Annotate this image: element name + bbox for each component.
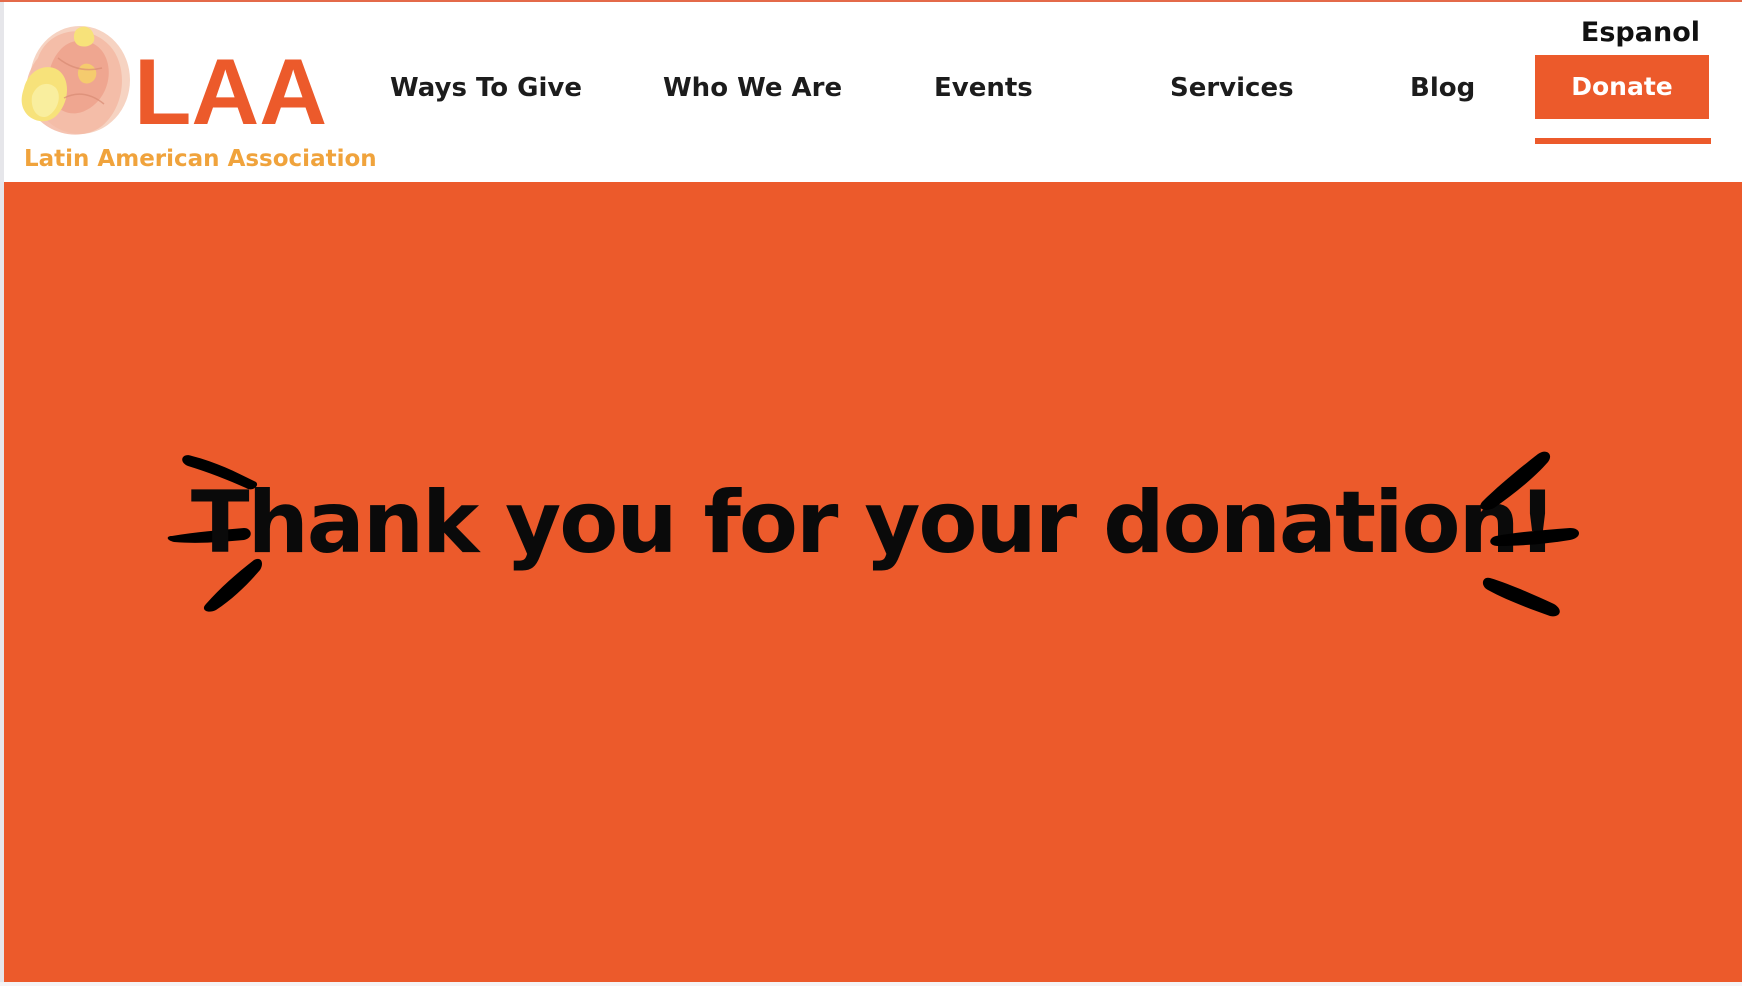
logo-tagline: Latin American Association	[24, 146, 377, 172]
nav-events[interactable]: Events	[934, 68, 1033, 108]
page: LAA Latin American Association Ways To G…	[0, 0, 1742, 986]
site-header: LAA Latin American Association Ways To G…	[4, 2, 1742, 182]
nav-ways-to-give[interactable]: Ways To Give	[390, 68, 582, 108]
page-bottom-border	[0, 982, 1742, 986]
nav-services[interactable]: Services	[1170, 68, 1294, 108]
burst-lines-right-icon	[1480, 451, 1579, 617]
logo-home-link[interactable]: LAA Latin American Association	[18, 18, 388, 178]
donate-button[interactable]: Donate	[1535, 55, 1709, 119]
flower-illustration-icon	[21, 26, 130, 135]
nav-who-we-are[interactable]: Who We Are	[663, 68, 842, 108]
language-toggle-link[interactable]: Espanol	[1581, 15, 1700, 51]
logo-wordmark: LAA	[134, 39, 328, 144]
donate-active-underline	[1535, 138, 1711, 144]
thank-you-banner: Thank you for your donation!	[4, 182, 1742, 982]
nav-blog[interactable]: Blog	[1410, 68, 1475, 108]
